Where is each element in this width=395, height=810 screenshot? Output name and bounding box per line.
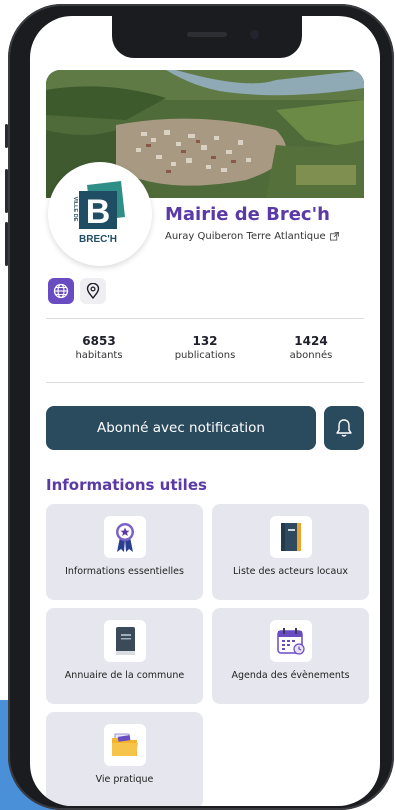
- stat-habitants: 6853 habitants: [49, 334, 149, 384]
- brech-logo-icon: B VILLE DE BREC'H: [72, 181, 125, 245]
- card-icon-box: [270, 620, 312, 662]
- card-informations-essentielles[interactable]: Informations essentielles: [46, 504, 203, 600]
- external-link-icon: [329, 232, 339, 241]
- book-icon: [116, 627, 135, 655]
- location-button[interactable]: [80, 278, 106, 304]
- phone-silent-switch: [5, 124, 8, 148]
- card-label: Informations essentielles: [65, 566, 184, 577]
- speaker: [187, 32, 227, 37]
- logo-letter: B: [86, 193, 111, 231]
- card-agenda-evenements[interactable]: Agenda des évènements: [212, 608, 369, 704]
- phone-volume-up: [5, 169, 8, 213]
- card-icon-box: [104, 516, 146, 558]
- front-camera: [250, 30, 259, 39]
- card-vie-pratique[interactable]: Vie pratique: [46, 712, 203, 806]
- phone-screen: B VILLE DE BREC'H Mairie de Brec'h Auray…: [30, 16, 380, 806]
- divider-bottom: [46, 382, 364, 383]
- calendar-icon: [277, 628, 305, 655]
- card-label: Vie pratique: [95, 774, 154, 785]
- card-label: Liste des acteurs locaux: [233, 566, 348, 577]
- folder-icon: [112, 733, 138, 756]
- stat-abonnes[interactable]: 1424 abonnés: [261, 334, 361, 384]
- divider-top: [46, 318, 364, 319]
- notification-toggle-button[interactable]: [324, 406, 364, 450]
- stat-value: 1424: [294, 334, 328, 348]
- stat-value: 6853: [82, 334, 116, 348]
- card-icon-box: [104, 724, 146, 766]
- phone-volume-down: [5, 222, 8, 266]
- card-annuaire-commune[interactable]: Annuaire de la commune: [46, 608, 203, 704]
- award-ribbon-icon: [116, 523, 134, 552]
- notch: [112, 16, 302, 58]
- card-label: Agenda des évènements: [231, 670, 350, 681]
- card-liste-acteurs-locaux[interactable]: Liste des acteurs locaux: [212, 504, 369, 600]
- notebook-icon: [281, 523, 301, 551]
- subtitle-text: Auray Quiberon Terre Atlantique: [165, 231, 326, 242]
- subtitle-link[interactable]: Auray Quiberon Terre Atlantique: [165, 231, 339, 242]
- card-icon-box: [104, 620, 146, 662]
- stat-label: habitants: [75, 350, 123, 361]
- globe-icon: [53, 283, 69, 299]
- stat-value: 132: [192, 334, 218, 348]
- phone-frame: B VILLE DE BREC'H Mairie de Brec'h Auray…: [5, 4, 394, 810]
- page-title: Mairie de Brec'h: [165, 204, 330, 225]
- section-title: Informations utiles: [46, 476, 207, 494]
- stat-label: abonnés: [289, 350, 333, 361]
- subscribe-button[interactable]: Abonné avec notification: [46, 406, 316, 450]
- website-button[interactable]: [48, 278, 74, 304]
- municipality-logo: B VILLE DE BREC'H: [48, 162, 152, 266]
- logo-vertical-text: VILLE DE: [72, 197, 78, 222]
- stat-publications[interactable]: 132 publications: [155, 334, 255, 384]
- stats-row: 6853 habitants 132 publications 1424 abo…: [46, 334, 364, 384]
- bell-icon: [336, 419, 352, 437]
- map-pin-icon: [86, 283, 100, 299]
- stat-label: publications: [174, 350, 236, 361]
- card-icon-box: [270, 516, 312, 558]
- logo-name: BREC'H: [79, 234, 117, 245]
- card-label: Annuaire de la commune: [64, 670, 185, 681]
